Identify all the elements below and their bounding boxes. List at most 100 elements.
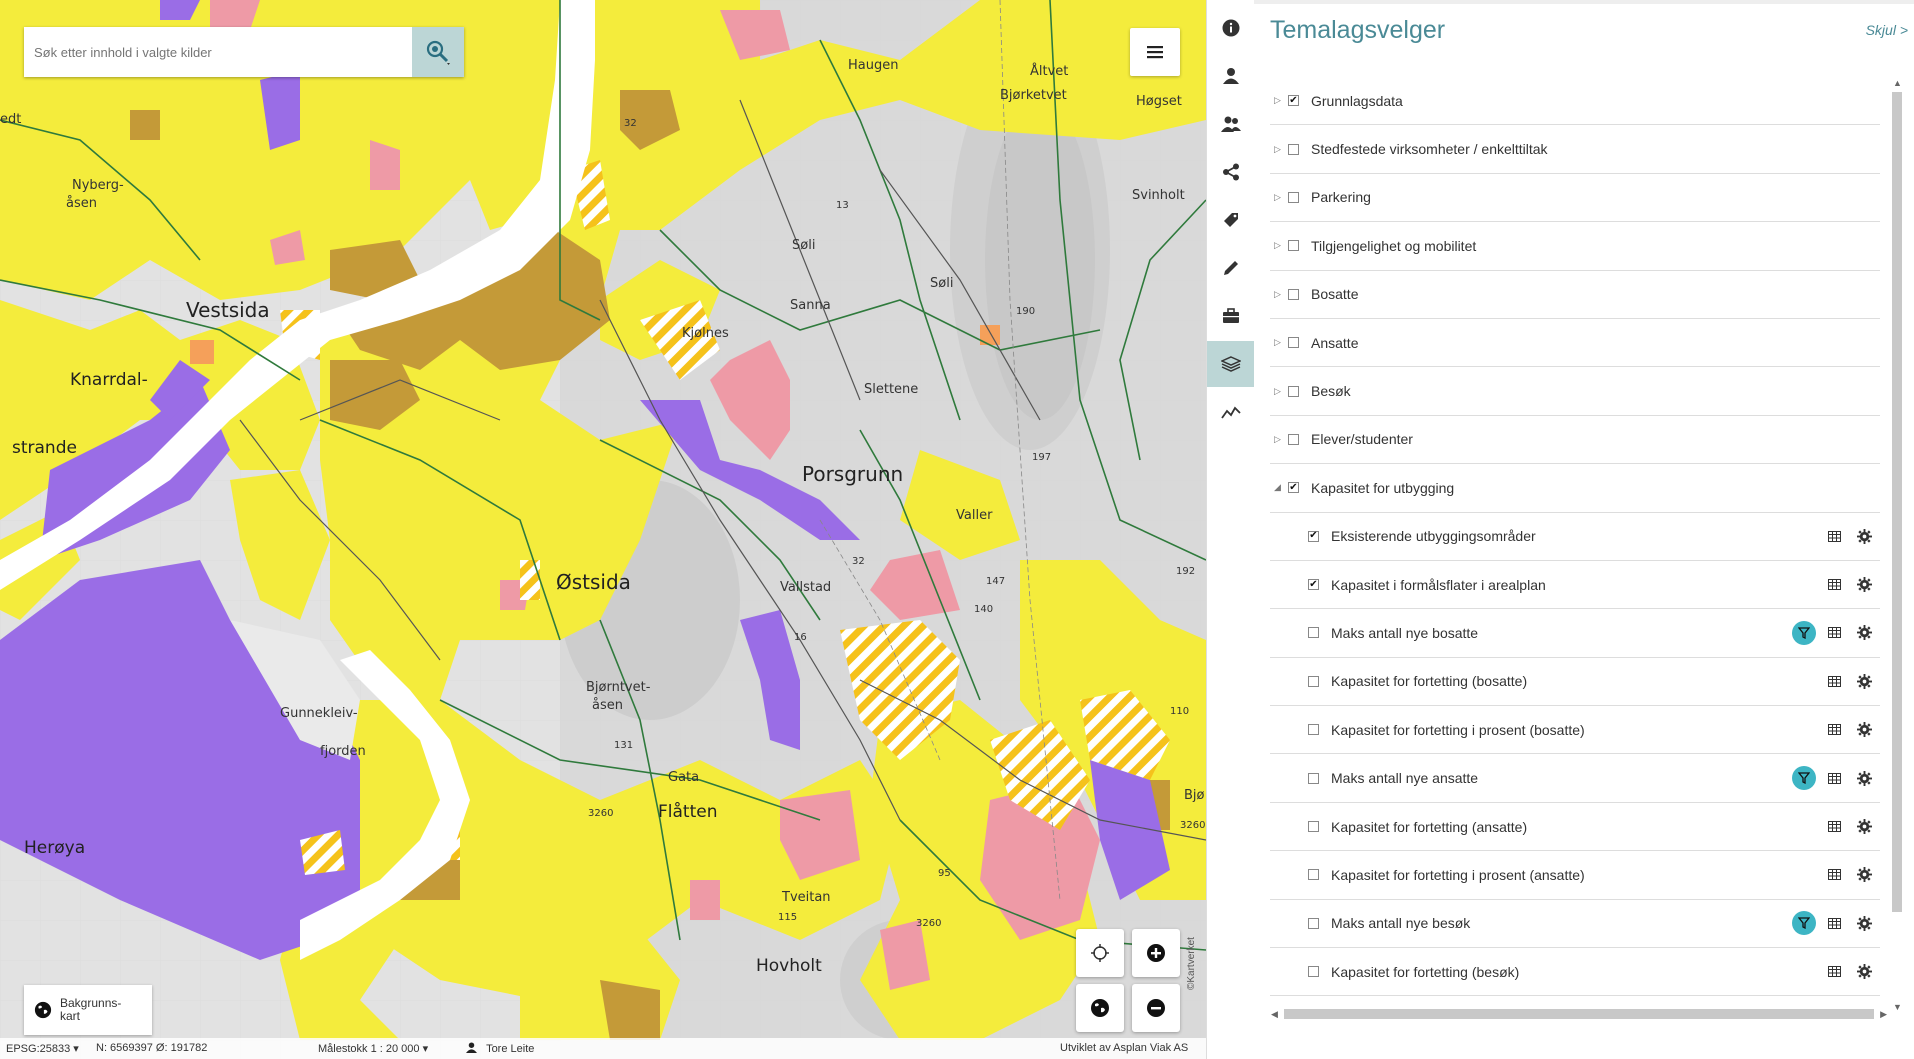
layer-checkbox[interactable]: [1308, 869, 1319, 881]
sublayer-row[interactable]: Kapasitet for fortetting (ansatte): [1270, 803, 1880, 852]
layer-checkbox[interactable]: [1308, 675, 1319, 687]
collapse-triangle-icon[interactable]: ◢: [1274, 482, 1286, 493]
search-sources-button[interactable]: [412, 27, 464, 77]
sublayer-row[interactable]: ✔ Kapasitet i formålsflater i arealplan: [1270, 561, 1880, 610]
expand-triangle-icon[interactable]: ▷: [1274, 434, 1286, 445]
layer-checkbox[interactable]: [1308, 772, 1319, 784]
attribute-table-button[interactable]: [1822, 524, 1846, 548]
layer-settings-button[interactable]: [1852, 573, 1876, 597]
user-info[interactable]: Tore Leite: [466, 1042, 534, 1055]
attribute-table-button[interactable]: [1822, 815, 1846, 839]
filter-button[interactable]: [1792, 620, 1816, 645]
map-view[interactable]: Vestsida Knarrdal- strande Herøya Gunnek…: [0, 0, 1206, 1059]
map-canvas[interactable]: [0, 0, 1206, 1059]
sublayer-row[interactable]: Maks antall nye bosatte: [1270, 609, 1880, 658]
layer-checkbox[interactable]: ✔: [1288, 95, 1299, 107]
expand-triangle-icon[interactable]: ▷: [1274, 386, 1286, 397]
scroll-down-arrow[interactable]: ▼: [1893, 1002, 1902, 1012]
expand-triangle-icon[interactable]: ▷: [1274, 337, 1286, 348]
layer-settings-button[interactable]: [1852, 911, 1876, 935]
sublayer-row[interactable]: Maks antall nye ansatte: [1270, 754, 1880, 803]
layer-settings-button[interactable]: [1852, 863, 1876, 887]
locate-me-button[interactable]: [1076, 929, 1124, 977]
layer-settings-button[interactable]: [1852, 766, 1876, 790]
layer-group-row[interactable]: ▷ Besøk: [1270, 367, 1880, 416]
share-button[interactable]: [1207, 149, 1255, 195]
expand-triangle-icon[interactable]: ▷: [1274, 192, 1286, 203]
filter-button[interactable]: [1792, 766, 1816, 791]
layer-group-row[interactable]: ▷ Parkering: [1270, 174, 1880, 223]
scroll-up-arrow[interactable]: ▲: [1893, 78, 1902, 88]
zoom-out-button[interactable]: [1132, 984, 1180, 1032]
scale-select[interactable]: Målestokk 1 : 20 000 ▾: [318, 1042, 428, 1055]
layer-settings-button[interactable]: [1852, 669, 1876, 693]
layer-checkbox[interactable]: [1288, 433, 1299, 445]
attribute-table-button[interactable]: [1822, 863, 1846, 887]
attribute-table-button[interactable]: [1822, 960, 1846, 984]
expand-triangle-icon[interactable]: ▷: [1274, 144, 1286, 155]
attribute-table-button[interactable]: [1822, 766, 1846, 790]
layer-group-row[interactable]: ◢ ✔ Kapasitet for utbygging: [1270, 464, 1880, 513]
layer-group-row[interactable]: ▷ Stedfestede virksomheter / enkelttiltak: [1270, 125, 1880, 174]
sublayer-row[interactable]: Maks antall nye besøk: [1270, 900, 1880, 949]
layer-checkbox[interactable]: [1308, 821, 1319, 833]
layer-group-row[interactable]: ▷ Tilgjengelighet og mobilitet: [1270, 222, 1880, 271]
scrollbar-thumb[interactable]: [1892, 92, 1902, 912]
sublayer-row[interactable]: Kapasitet for fortetting (besøk): [1270, 948, 1880, 997]
info-button[interactable]: [1207, 5, 1255, 51]
layer-checkbox[interactable]: [1308, 966, 1319, 978]
expand-triangle-icon[interactable]: ▷: [1274, 240, 1286, 251]
background-map-button[interactable]: Bakgrunns-kart: [24, 985, 152, 1035]
layer-settings-button[interactable]: [1852, 621, 1876, 645]
layer-settings-button[interactable]: [1852, 815, 1876, 839]
layer-checkbox[interactable]: ✔: [1288, 482, 1299, 494]
hide-panel-link[interactable]: Skjul >: [1866, 22, 1908, 38]
expand-triangle-icon[interactable]: ▷: [1274, 289, 1286, 300]
users-button[interactable]: [1207, 101, 1255, 147]
layer-settings-button[interactable]: [1852, 524, 1876, 548]
zoom-in-button[interactable]: [1132, 929, 1180, 977]
layer-checkbox[interactable]: [1288, 191, 1299, 203]
toolbox-button[interactable]: [1207, 293, 1255, 339]
attribute-table-button[interactable]: [1822, 621, 1846, 645]
layer-checkbox[interactable]: [1288, 288, 1299, 300]
layer-checkbox[interactable]: [1288, 337, 1299, 349]
layer-settings-button[interactable]: [1852, 960, 1876, 984]
layer-checkbox[interactable]: [1288, 143, 1299, 155]
layer-group-row[interactable]: ▷ ✔ Grunnlagsdata: [1270, 77, 1880, 126]
sublayer-row[interactable]: ✔ Eksisterende utbyggingsområder: [1270, 513, 1880, 561]
user-button[interactable]: [1207, 53, 1255, 99]
projection-select[interactable]: EPSG:25833 ▾: [6, 1042, 79, 1055]
search-input[interactable]: [24, 27, 412, 77]
layer-checkbox[interactable]: ✔: [1308, 579, 1319, 591]
map-menu-button[interactable]: [1130, 28, 1180, 76]
draw-button[interactable]: [1207, 245, 1255, 291]
attribute-table-button[interactable]: [1822, 718, 1846, 742]
scrollbar-thumb[interactable]: [1284, 1009, 1874, 1019]
scroll-right-arrow[interactable]: ▶: [1880, 1009, 1887, 1020]
tag-button[interactable]: [1207, 197, 1255, 243]
attribute-table-button[interactable]: [1822, 911, 1846, 935]
layers-button[interactable]: [1207, 341, 1255, 387]
sublayer-row[interactable]: Kapasitet for fortetting i prosent (ansa…: [1270, 851, 1880, 900]
layer-checkbox[interactable]: [1288, 240, 1299, 252]
filter-button[interactable]: [1792, 911, 1816, 936]
expand-triangle-icon[interactable]: ▷: [1274, 95, 1286, 106]
layer-checkbox[interactable]: [1308, 627, 1319, 639]
scroll-left-arrow[interactable]: ◀: [1271, 1009, 1278, 1020]
layer-group-row[interactable]: ▷ Bosatte: [1270, 271, 1880, 319]
horizontal-scrollbar[interactable]: ◀ ▶: [1270, 1007, 1888, 1021]
layer-group-row[interactable]: ▷ Elever/studenter: [1270, 416, 1880, 465]
layer-checkbox[interactable]: [1308, 724, 1319, 736]
layer-checkbox[interactable]: [1308, 917, 1319, 929]
layer-checkbox[interactable]: [1288, 385, 1299, 397]
sublayer-row[interactable]: Kapasitet for fortetting (bosatte): [1270, 658, 1880, 707]
attribute-table-button[interactable]: [1822, 669, 1846, 693]
sublayer-row[interactable]: Kapasitet for fortetting i prosent (bosa…: [1270, 706, 1880, 755]
attribute-table-button[interactable]: [1822, 573, 1846, 597]
layer-checkbox[interactable]: ✔: [1308, 530, 1319, 542]
layer-group-row[interactable]: ▷ Ansatte: [1270, 319, 1880, 368]
vertical-scrollbar[interactable]: ▲ ▼: [1890, 78, 1904, 1012]
globe-button[interactable]: [1076, 984, 1124, 1032]
layer-settings-button[interactable]: [1852, 718, 1876, 742]
